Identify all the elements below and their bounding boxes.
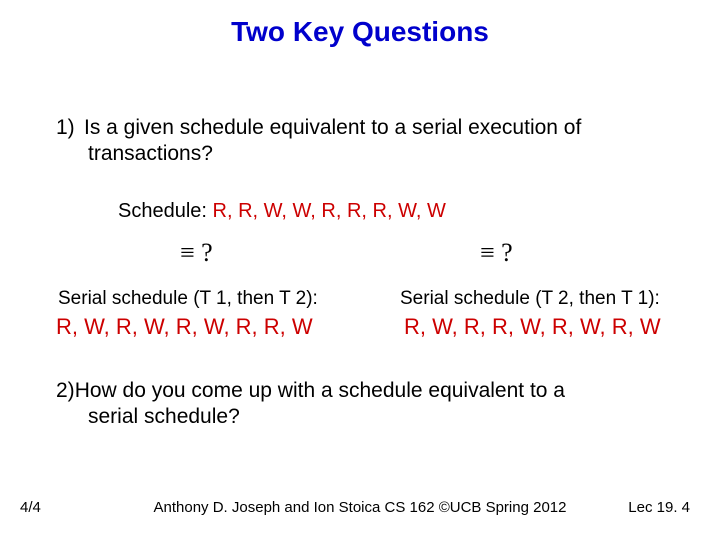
slide: Two Key Questions 1)Is a given schedule …: [0, 0, 720, 540]
serial-left-label: Serial schedule (T 1, then T 2):: [58, 288, 318, 310]
q2-number: 2): [56, 379, 75, 402]
q1-line2: transactions?: [88, 141, 680, 167]
question-1: 1)Is a given schedule equivalent to a se…: [56, 115, 680, 168]
footer-right: Lec 19. 4: [628, 499, 690, 516]
q1-number: 1): [56, 115, 84, 141]
schedule-ops: R, R, W, W, R, R, R, W, W: [213, 200, 446, 222]
equiv-right: ≡ ?: [480, 238, 513, 268]
schedule-line: Schedule: R, R, W, W, R, R, R, W, W: [118, 200, 446, 223]
question-2: 2)How do you come up with a schedule equ…: [56, 378, 680, 431]
serial-left-ops: R, W, R, W, R, W, R, R, W: [56, 314, 313, 340]
q2-line1: How do you come up with a schedule equiv…: [75, 379, 565, 402]
q2-line2: serial schedule?: [88, 404, 680, 430]
serial-right-label: Serial schedule (T 2, then T 1):: [400, 288, 660, 310]
schedule-label: Schedule:: [118, 200, 207, 222]
q1-line1: Is a given schedule equivalent to a seri…: [84, 116, 581, 139]
equiv-left: ≡ ?: [180, 238, 213, 268]
footer-center: Anthony D. Joseph and Ion Stoica CS 162 …: [0, 499, 720, 516]
slide-title: Two Key Questions: [0, 16, 720, 48]
serial-right-ops: R, W, R, R, W, R, W, R, W: [404, 314, 661, 340]
